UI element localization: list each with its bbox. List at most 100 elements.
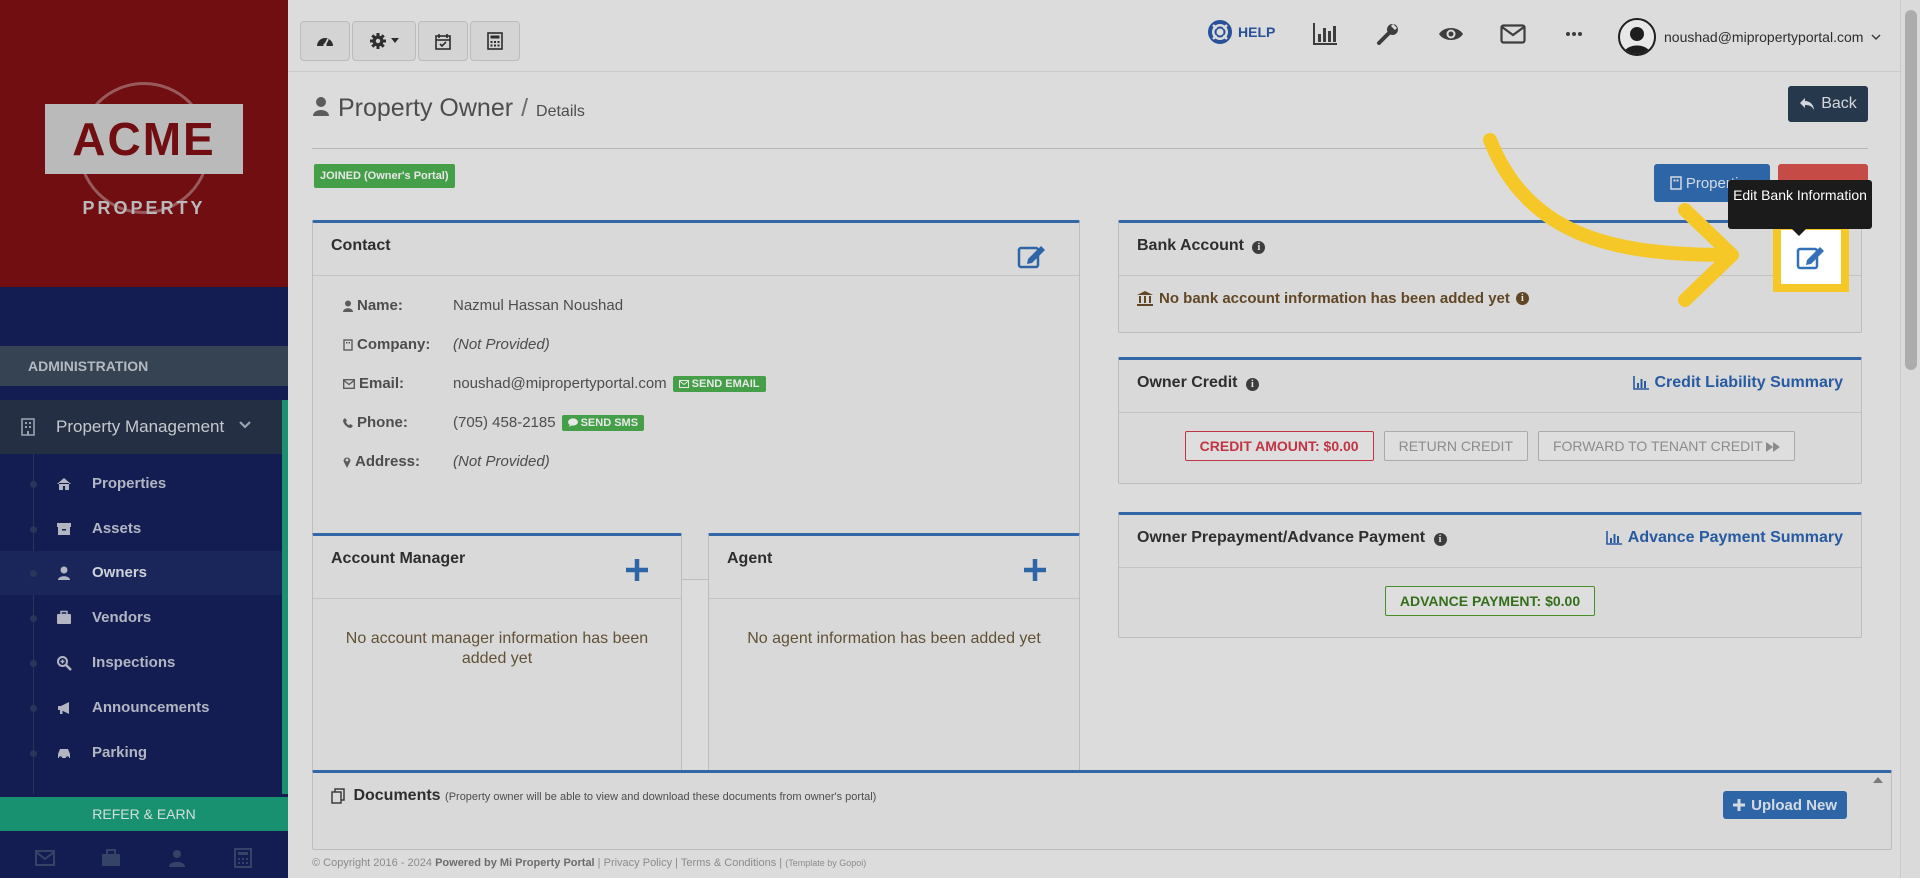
- upload-new-button[interactable]: Upload New: [1723, 791, 1847, 819]
- sidebar-bottom-bar: [0, 838, 288, 878]
- sidebar-item-owners[interactable]: Owners: [0, 551, 282, 595]
- privacy-policy-link[interactable]: Privacy Policy: [604, 857, 672, 869]
- advance-payment-button[interactable]: ADVANCE PAYMENT: $0.00: [1384, 586, 1596, 616]
- bank-account-header: Bank Account i: [1119, 223, 1861, 276]
- admin-section-label: ADMINISTRATION: [0, 346, 288, 386]
- car-icon: [56, 745, 72, 761]
- page-title: Property Owner / Details: [312, 94, 585, 123]
- contact-phone: (705) 458-2185 SEND SMS: [453, 414, 645, 431]
- sidebar-item-label: Parking: [92, 744, 148, 761]
- user-icon: [312, 96, 330, 116]
- contact-row-phone: Phone: (705) 458-2185 SEND SMS: [331, 403, 1061, 442]
- scrollbar-thumb[interactable]: [1905, 10, 1917, 370]
- tree-dot: [30, 526, 37, 533]
- documents-header: Documents (Property owner will be able t…: [313, 773, 1891, 826]
- dashboard-button[interactable]: [300, 21, 350, 61]
- sidebar-item-properties[interactable]: Properties: [0, 462, 282, 506]
- bullhorn-icon: [56, 700, 72, 716]
- prepayment-actions: ADVANCE PAYMENT: $0.00: [1137, 586, 1843, 616]
- sidebar-item-vendors[interactable]: Vendors: [0, 596, 282, 640]
- eye-icon[interactable]: [1438, 21, 1464, 47]
- return-credit-button[interactable]: RETURN CREDIT: [1383, 431, 1528, 461]
- account-manager-header: Account Manager: [313, 536, 681, 599]
- sidebar-item-assets[interactable]: Assets: [0, 507, 282, 551]
- advance-payment-summary-link[interactable]: Advance Payment Summary: [1605, 529, 1843, 547]
- credit-liability-summary-link[interactable]: Credit Liability Summary: [1632, 374, 1843, 392]
- property-management-group[interactable]: Property Management: [0, 400, 288, 454]
- refer-earn-button[interactable]: REFER & EARN: [0, 797, 288, 831]
- calculator-button[interactable]: [470, 21, 520, 61]
- wrench-icon[interactable]: [1375, 21, 1401, 47]
- owner-credit-body: CREDIT AMOUNT: $0.00 RETURN CREDIT FORWA…: [1119, 413, 1861, 477]
- contact-key-label: Address:: [355, 453, 421, 470]
- sidebar-item-inspections[interactable]: Inspections: [0, 641, 282, 685]
- send-email-button[interactable]: SEND EMAIL: [672, 375, 766, 392]
- lifebuoy-icon: [1208, 20, 1232, 44]
- add-agent-button[interactable]: [1023, 558, 1047, 582]
- envelope-icon[interactable]: [34, 847, 56, 869]
- contact-title: Contact: [331, 237, 391, 254]
- info-icon[interactable]: i: [1515, 292, 1529, 305]
- info-icon[interactable]: i: [1433, 533, 1447, 546]
- bar-chart-icon[interactable]: [1312, 21, 1338, 47]
- envelope-icon[interactable]: [1500, 21, 1526, 47]
- sidebar-item-label: Assets: [92, 520, 142, 537]
- logo-area: ACME PROPERTY: [0, 0, 288, 287]
- contact-header: Contact: [313, 223, 1079, 276]
- logo[interactable]: ACME: [45, 104, 243, 174]
- briefcase-icon[interactable]: [100, 847, 122, 869]
- edit-contact-button[interactable]: [1017, 243, 1047, 269]
- comment-icon: [567, 418, 578, 427]
- credit-amount-button[interactable]: CREDIT AMOUNT: $0.00: [1184, 431, 1374, 461]
- user-icon[interactable]: [166, 847, 188, 869]
- user-menu[interactable]: noushad@mipropertyportal.com: [1618, 18, 1881, 56]
- edit-bank-information-button[interactable]: [1773, 222, 1849, 292]
- account-manager-body: No account manager information has been …: [313, 599, 681, 685]
- settings-dropdown-button[interactable]: [352, 21, 416, 61]
- account-manager-title: Account Manager: [331, 550, 466, 567]
- building-icon: [343, 338, 353, 351]
- more-icon[interactable]: [1561, 21, 1587, 47]
- template-credit: (Template by Gopoi): [785, 858, 867, 868]
- forward-tenant-credit-button[interactable]: FORWARD TO TENANT CREDIT: [1537, 431, 1796, 461]
- sidebar-item-announcements[interactable]: Announcements: [0, 686, 282, 730]
- home-icon: [56, 476, 72, 492]
- calendar-button[interactable]: [418, 21, 468, 61]
- contact-company-value: (Not Provided): [453, 336, 550, 353]
- collapse-icon[interactable]: [1873, 777, 1883, 783]
- documents-title: Documents: [353, 787, 441, 804]
- tree-dot: [30, 481, 37, 488]
- briefcase-icon: [56, 610, 72, 626]
- help-link[interactable]: HELP: [1208, 20, 1275, 44]
- chevron-down-icon: [238, 418, 252, 432]
- page-title-text: Property Owner: [338, 94, 514, 122]
- add-account-manager-button[interactable]: [625, 558, 649, 582]
- info-icon[interactable]: i: [1245, 378, 1259, 391]
- account-manager-empty: No account manager information has been …: [345, 630, 649, 667]
- page-scrollbar[interactable]: [1900, 0, 1920, 878]
- back-button[interactable]: Back: [1788, 86, 1868, 122]
- divider: [312, 148, 1868, 149]
- contact-email-value[interactable]: noushad@mipropertyportal.com: [453, 375, 667, 392]
- main-content: Property Owner / Details Back JOINED (Ow…: [288, 72, 1900, 878]
- calendar-check-icon: [435, 33, 451, 50]
- calculator-icon[interactable]: [232, 847, 254, 869]
- terms-link[interactable]: Terms & Conditions: [681, 857, 776, 869]
- bank-account-title: Bank Account: [1137, 237, 1244, 254]
- sidebar-item-label: Properties: [92, 475, 167, 492]
- breadcrumb-separator: /: [521, 94, 529, 122]
- footer-powered[interactable]: Powered by Mi Property Portal: [435, 857, 595, 869]
- credit-actions: CREDIT AMOUNT: $0.00 RETURN CREDIT FORWA…: [1137, 431, 1843, 461]
- prepayment-panel: Owner Prepayment/Advance Payment i Advan…: [1118, 512, 1862, 638]
- edit-icon: [1017, 246, 1045, 269]
- send-sms-button[interactable]: SEND SMS: [561, 414, 645, 431]
- agent-title: Agent: [727, 550, 773, 567]
- agent-body: No agent information has been added yet: [709, 599, 1079, 665]
- plus-icon: [1733, 799, 1746, 811]
- phone-icon: [343, 417, 353, 428]
- sidebar-item-parking[interactable]: Parking: [0, 731, 282, 775]
- building-icon: [1670, 176, 1682, 190]
- agent-empty: No agent information has been added yet: [747, 630, 1041, 647]
- prepayment-header: Owner Prepayment/Advance Payment i Advan…: [1119, 515, 1861, 568]
- info-icon[interactable]: i: [1252, 241, 1266, 254]
